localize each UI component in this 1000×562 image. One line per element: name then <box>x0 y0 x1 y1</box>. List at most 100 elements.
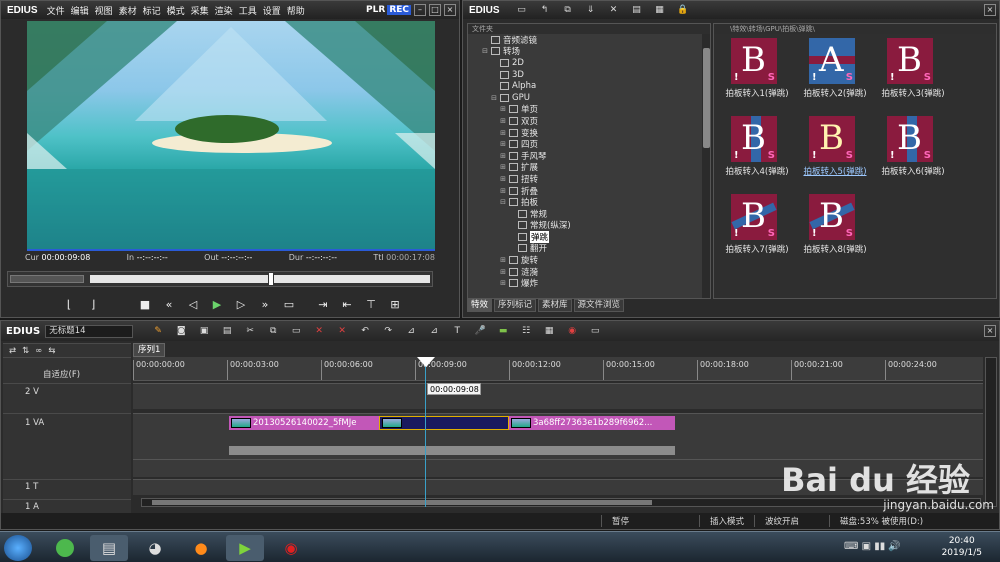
collapse-icon[interactable]: ⊟ <box>490 94 498 102</box>
firefox-icon[interactable]: ● <box>182 535 220 561</box>
up-folder-icon[interactable]: ↰ <box>538 4 552 16</box>
camera-icon[interactable]: ◙ <box>174 325 188 337</box>
tree-node[interactable]: ⊟ 转场 <box>468 46 710 57</box>
step-forward-icon[interactable]: ▷ <box>233 296 249 312</box>
set-in-icon[interactable]: ⌊ <box>61 296 77 312</box>
minimize-icon[interactable]: – <box>414 4 426 16</box>
expand-icon[interactable]: ⊞ <box>499 268 507 276</box>
tree-node[interactable]: ⊞ 变换 <box>468 127 710 139</box>
effects-close-icon[interactable]: × <box>984 4 996 16</box>
open-icon[interactable]: ▣ <box>197 325 211 337</box>
tree-node[interactable]: 弹跳 <box>468 230 710 243</box>
play-icon[interactable]: ▶ <box>209 296 225 312</box>
render-icon[interactable]: ▬ <box>496 325 510 337</box>
tab-bin[interactable]: 素材库 <box>538 299 572 312</box>
tree-node[interactable]: ⊞ 单页 <box>468 104 710 115</box>
menu-clip[interactable]: 素材 <box>116 4 140 17</box>
undo-icon[interactable]: ↶ <box>358 325 372 337</box>
status-insert-mode[interactable]: 插入模式 <box>699 515 754 527</box>
expand-icon[interactable]: ⊞ <box>499 117 507 125</box>
expand-icon[interactable]: ⊞ <box>499 175 507 183</box>
menu-capture[interactable]: 采集 <box>188 4 212 17</box>
menu-marker[interactable]: 标记 <box>140 4 164 17</box>
expand-icon[interactable]: ⊞ <box>499 279 507 287</box>
track-link-icon[interactable]: ⇅ <box>22 346 29 356</box>
tree-node[interactable]: ⊞ 旋转 <box>468 254 710 266</box>
overwrite-icon[interactable]: ⇤ <box>339 296 355 312</box>
transition-thumb[interactable]: B! S 拍板转入6(弹跳) <box>874 116 952 186</box>
microphone-icon[interactable]: 🎤 <box>473 325 487 337</box>
tree-node[interactable]: 常规 <box>468 208 710 220</box>
menu-view[interactable]: 视图 <box>92 4 116 17</box>
track-1va[interactable]: 1 VA <box>3 413 131 459</box>
menu-render[interactable]: 渲染 <box>212 4 236 17</box>
tree-node[interactable]: ⊟ 拍板 <box>468 196 710 208</box>
time-ruler[interactable]: 00:00:00:00 00:00:03:00 00:00:06:00 00:00:0… <box>133 357 983 381</box>
expand-icon[interactable]: ⊞ <box>499 140 507 148</box>
clip-1[interactable]: 20130526140022_5fMJe <box>229 416 379 430</box>
copy-icon[interactable]: ⧉ <box>561 4 575 16</box>
loop-icon[interactable]: ▭ <box>281 296 297 312</box>
menu-tools[interactable]: 工具 <box>236 4 260 17</box>
mixer-icon[interactable]: ☷ <box>519 325 533 337</box>
scrub-bar[interactable] <box>7 271 433 287</box>
text-icon[interactable]: T <box>450 325 464 337</box>
sequence-tab[interactable]: 序列1 <box>133 343 166 357</box>
tree-node[interactable]: ⊞ 折叠 <box>468 185 710 197</box>
transition-clip[interactable] <box>379 416 509 430</box>
mode-row[interactable]: 自适应(F) <box>3 357 131 381</box>
new-sequence-icon[interactable]: ✎ <box>151 325 165 337</box>
refresh-app-icon[interactable] <box>46 535 84 561</box>
position-track[interactable] <box>90 275 430 283</box>
collapse-icon[interactable]: ⊟ <box>499 198 507 206</box>
tree-node[interactable]: ⊞ 扭转 <box>468 173 710 185</box>
redo-icon[interactable]: ↷ <box>381 325 395 337</box>
tree-node[interactable]: 常规(纵深) <box>468 220 710 231</box>
tab-effects[interactable]: 特效 <box>467 299 493 312</box>
step-back-icon[interactable]: ◁ <box>185 296 201 312</box>
delete-clip-icon[interactable]: ✕ <box>312 325 326 337</box>
grid-icon[interactable]: ▦ <box>542 325 556 337</box>
transition-thumb[interactable]: B! S 拍板转入8(弹跳) <box>796 194 874 264</box>
tree-node[interactable]: ⊞ 爆炸 <box>468 277 710 289</box>
trim-icon[interactable]: ⊤ <box>363 296 379 312</box>
transition-thumb[interactable]: B! S 拍板转入4(弹跳) <box>718 116 796 186</box>
audio-waveform-bar[interactable] <box>229 446 675 455</box>
paste-icon[interactable]: ▭ <box>289 325 303 337</box>
qq-icon[interactable]: ◕ <box>136 535 174 561</box>
tree-node[interactable]: Alpha <box>468 80 710 92</box>
menu-settings[interactable]: 设置 <box>260 4 284 17</box>
playhead-handle-icon[interactable] <box>417 357 435 367</box>
add-audio-fade-icon[interactable]: ⊿ <box>427 325 441 337</box>
delete-icon[interactable]: ✕ <box>607 4 621 16</box>
save-icon[interactable]: ▤ <box>220 325 234 337</box>
recorder-icon[interactable]: ◉ <box>272 535 310 561</box>
add-transition-icon[interactable]: ⊿ <box>404 325 418 337</box>
start-button-icon[interactable] <box>4 535 32 561</box>
tree-node[interactable]: 3D <box>468 69 710 81</box>
timeline-close-icon[interactable]: × <box>984 325 996 337</box>
tree-node[interactable]: 翻开 <box>468 243 710 254</box>
timeline-hscroll-thumb[interactable] <box>152 500 652 505</box>
plr-rec-indicator[interactable]: PLR REC <box>366 5 411 15</box>
folder-icon[interactable]: ▭ <box>515 4 529 16</box>
track-1t[interactable]: 1 T <box>3 479 131 495</box>
expand-icon[interactable]: ⊞ <box>499 256 507 264</box>
maximize-icon[interactable]: □ <box>429 4 441 16</box>
menu-file[interactable]: 文件 <box>44 4 68 17</box>
expand-icon[interactable]: ⊞ <box>499 105 507 113</box>
tab-source-browser[interactable]: 源文件浏览 <box>573 299 625 312</box>
clip-2[interactable]: 3a68ff27363e1b289f6962... <box>509 416 675 430</box>
insert-icon[interactable]: ⇥ <box>315 296 331 312</box>
track-toggle-icon[interactable]: ⇄ <box>9 346 16 356</box>
expand-icon[interactable]: ⊞ <box>499 187 507 195</box>
layout-icon[interactable]: ▭ <box>588 325 602 337</box>
status-ripple[interactable]: 波纹开启 <box>754 515 809 527</box>
track-expand-icon[interactable]: ⇆ <box>48 346 55 356</box>
cut-icon[interactable]: ✂ <box>243 325 257 337</box>
playhead[interactable] <box>425 357 426 507</box>
tab-sequence-markers[interactable]: 序列标记 <box>494 299 537 312</box>
tree-node[interactable]: ⊞ 四页 <box>468 138 710 150</box>
track-1a[interactable]: 1 A <box>3 499 131 513</box>
track-2v[interactable]: 2 V <box>3 383 131 409</box>
